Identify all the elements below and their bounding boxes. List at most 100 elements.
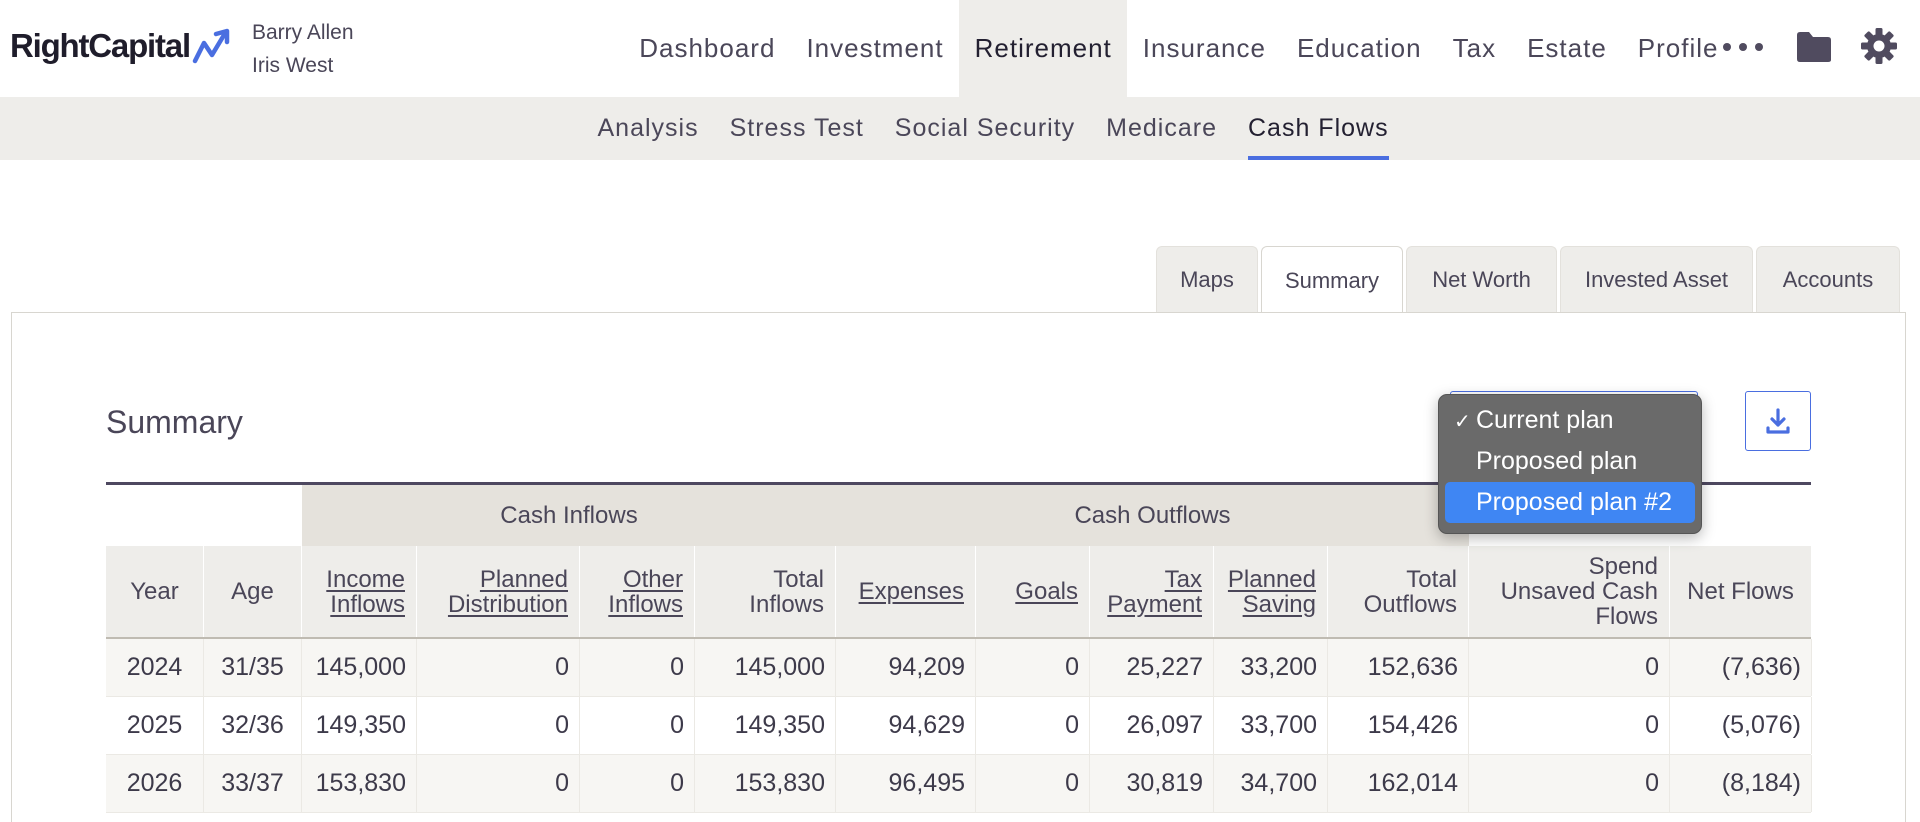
table-row: 2026 33/37 153,830 0 0 153,830 96,495 0 30,819 34… (106, 755, 1812, 813)
gear-icon[interactable] (1860, 27, 1898, 65)
table-cell-other-inflows: 0 (580, 639, 695, 696)
folder-icon[interactable] (1795, 30, 1833, 64)
column-header-income-inflows[interactable]: Income Inflows (302, 546, 417, 637)
table-cell-total-outflows: 152,636 (1328, 639, 1469, 696)
plan-dropdown-menu: ✓ Current plan Proposed plan Proposed pl… (1438, 394, 1702, 534)
nav-estate[interactable]: Estate (1512, 0, 1623, 97)
tab-summary[interactable]: Summary (1261, 246, 1403, 314)
top-header: RightCapital Barry Allen Iris West Dashb… (0, 0, 1920, 97)
nav-dashboard[interactable]: Dashboard (624, 0, 791, 97)
table-cell-net-flows: (7,636) (1670, 639, 1812, 696)
table-cell-net-flows: (5,076) (1670, 697, 1812, 754)
column-header-net-flows: Net Flows (1670, 546, 1812, 637)
tab-accounts[interactable]: Accounts (1756, 246, 1900, 313)
client-name-spouse: Iris West (252, 54, 334, 77)
table-cell-tax-payment: 25,227 (1090, 639, 1214, 696)
column-group-cash-outflows: Cash Outflows (836, 485, 1469, 546)
menu-item-current-plan[interactable]: ✓ Current plan (1445, 400, 1695, 441)
table-cell-planned-saving: 33,700 (1214, 697, 1328, 754)
tab-invested-asset[interactable]: Invested Asset (1560, 246, 1753, 313)
table-cell-expenses: 94,629 (836, 697, 976, 754)
table-header-row: Year Age Income Inflows Planned Distributio… (106, 546, 1812, 639)
column-header-age: Age (204, 546, 302, 637)
column-header-goals[interactable]: Goals (976, 546, 1090, 637)
menu-item-proposed-plan[interactable]: Proposed plan (1445, 441, 1695, 482)
column-header-label: Spend Unsaved Cash Flows (1500, 553, 1658, 630)
column-header-planned-distribution[interactable]: Planned Distribution (417, 546, 580, 637)
download-button[interactable] (1745, 391, 1811, 451)
subnav-social-security[interactable]: Social Security (879, 97, 1090, 160)
more-icon[interactable] (1723, 34, 1763, 60)
nav-investment[interactable]: Investment (791, 0, 959, 97)
table-cell-income-inflows: 153,830 (302, 755, 417, 812)
table-cell-other-inflows: 0 (580, 697, 695, 754)
check-icon: ✓ (1454, 411, 1471, 433)
column-header-total-outflows: Total Outflows (1328, 546, 1469, 637)
table-cell-total-inflows: 153,830 (695, 755, 836, 812)
table-cell-spend-unsaved-cash-flows: 0 (1469, 697, 1670, 754)
column-header-label: Year (130, 578, 179, 605)
table-cell-total-inflows: 145,000 (695, 639, 836, 696)
column-header-planned-saving[interactable]: Planned Saving (1214, 546, 1328, 637)
subnav-medicare[interactable]: Medicare (1091, 97, 1233, 160)
menu-item-label: Proposed plan #2 (1476, 488, 1672, 516)
nav-retirement[interactable]: Retirement (959, 0, 1128, 97)
tab-maps[interactable]: Maps (1156, 246, 1258, 313)
column-group-spacer (106, 485, 302, 546)
subnav-cash-flows[interactable]: Cash Flows (1232, 97, 1404, 160)
column-header-total-inflows: Total Inflows (695, 546, 836, 637)
column-header-label[interactable]: Planned Distribution (448, 567, 568, 617)
table-cell-income-inflows: 149,350 (302, 697, 417, 754)
table-cell-planned-distribution: 0 (417, 755, 580, 812)
table-cell-goals: 0 (976, 755, 1090, 812)
column-header-label: Total Inflows (749, 565, 824, 618)
column-header-label[interactable]: Goals (1015, 579, 1078, 604)
table-cell-expenses: 96,495 (836, 755, 976, 812)
menu-item-label: Current plan (1476, 406, 1614, 434)
table-cell-net-flows: (8,184) (1670, 755, 1812, 812)
section-title: Summary (106, 404, 243, 440)
nav-tax[interactable]: Tax (1437, 0, 1511, 97)
cash-flow-view-tabs: Maps Summary Net Worth Invested Asset Ac… (1156, 246, 1903, 314)
table-cell-spend-unsaved-cash-flows: 0 (1469, 639, 1670, 696)
menu-item-label: Proposed plan (1476, 447, 1638, 475)
table-cell-tax-payment: 26,097 (1090, 697, 1214, 754)
table-row: 2025 32/36 149,350 0 0 149,350 94,629 0 26,097 33… (106, 697, 1812, 755)
column-header-label[interactable]: Other Inflows (608, 567, 683, 617)
table-cell-year: 2025 (106, 697, 204, 754)
menu-item-proposed-plan-2[interactable]: Proposed plan #2 (1445, 482, 1695, 523)
nav-insurance[interactable]: Insurance (1127, 0, 1281, 97)
table-cell-spend-unsaved-cash-flows: 0 (1469, 755, 1670, 812)
main-nav: Dashboard Investment Retirement Insuranc… (624, 0, 1734, 97)
table-cell-expenses: 94,209 (836, 639, 976, 696)
column-header-other-inflows[interactable]: Other Inflows (580, 546, 695, 637)
rightcapital-logo[interactable]: RightCapital (10, 26, 234, 66)
table-cell-planned-distribution: 0 (417, 639, 580, 696)
table-cell-total-inflows: 149,350 (695, 697, 836, 754)
table-cell-tax-payment: 30,819 (1090, 755, 1214, 812)
retirement-subnav: Analysis Stress Test Social Security Med… (0, 97, 1920, 160)
column-header-expenses[interactable]: Expenses (836, 546, 976, 637)
table-cell-planned-saving: 33,200 (1214, 639, 1328, 696)
column-header-label[interactable]: Expenses (859, 579, 964, 604)
table-cell-planned-distribution: 0 (417, 697, 580, 754)
logo-arrow-icon (192, 28, 230, 64)
table-cell-age: 31/35 (204, 639, 302, 696)
table-cell-year: 2026 (106, 755, 204, 812)
column-header-label[interactable]: Tax Payment (1107, 567, 1202, 617)
table-cell-year: 2024 (106, 639, 204, 696)
subnav-analysis[interactable]: Analysis (582, 97, 714, 160)
tab-net-worth[interactable]: Net Worth (1406, 246, 1557, 313)
column-header-label: Net Flows (1687, 578, 1794, 605)
nav-profile[interactable]: Profile (1622, 0, 1734, 97)
column-header-label[interactable]: Income Inflows (326, 567, 405, 617)
table-cell-age: 32/36 (204, 697, 302, 754)
table-row: 2024 31/35 145,000 0 0 145,000 94,209 0 25,227 33… (106, 639, 1812, 697)
column-header-label[interactable]: Planned Saving (1228, 567, 1316, 617)
table-cell-goals: 0 (976, 697, 1090, 754)
table-cell-other-inflows: 0 (580, 755, 695, 812)
subnav-stress-test[interactable]: Stress Test (714, 97, 879, 160)
column-header-tax-payment[interactable]: Tax Payment (1090, 546, 1214, 637)
column-header-spend-unsaved-cash-flows: Spend Unsaved Cash Flows (1469, 546, 1670, 637)
nav-education[interactable]: Education (1281, 0, 1437, 97)
